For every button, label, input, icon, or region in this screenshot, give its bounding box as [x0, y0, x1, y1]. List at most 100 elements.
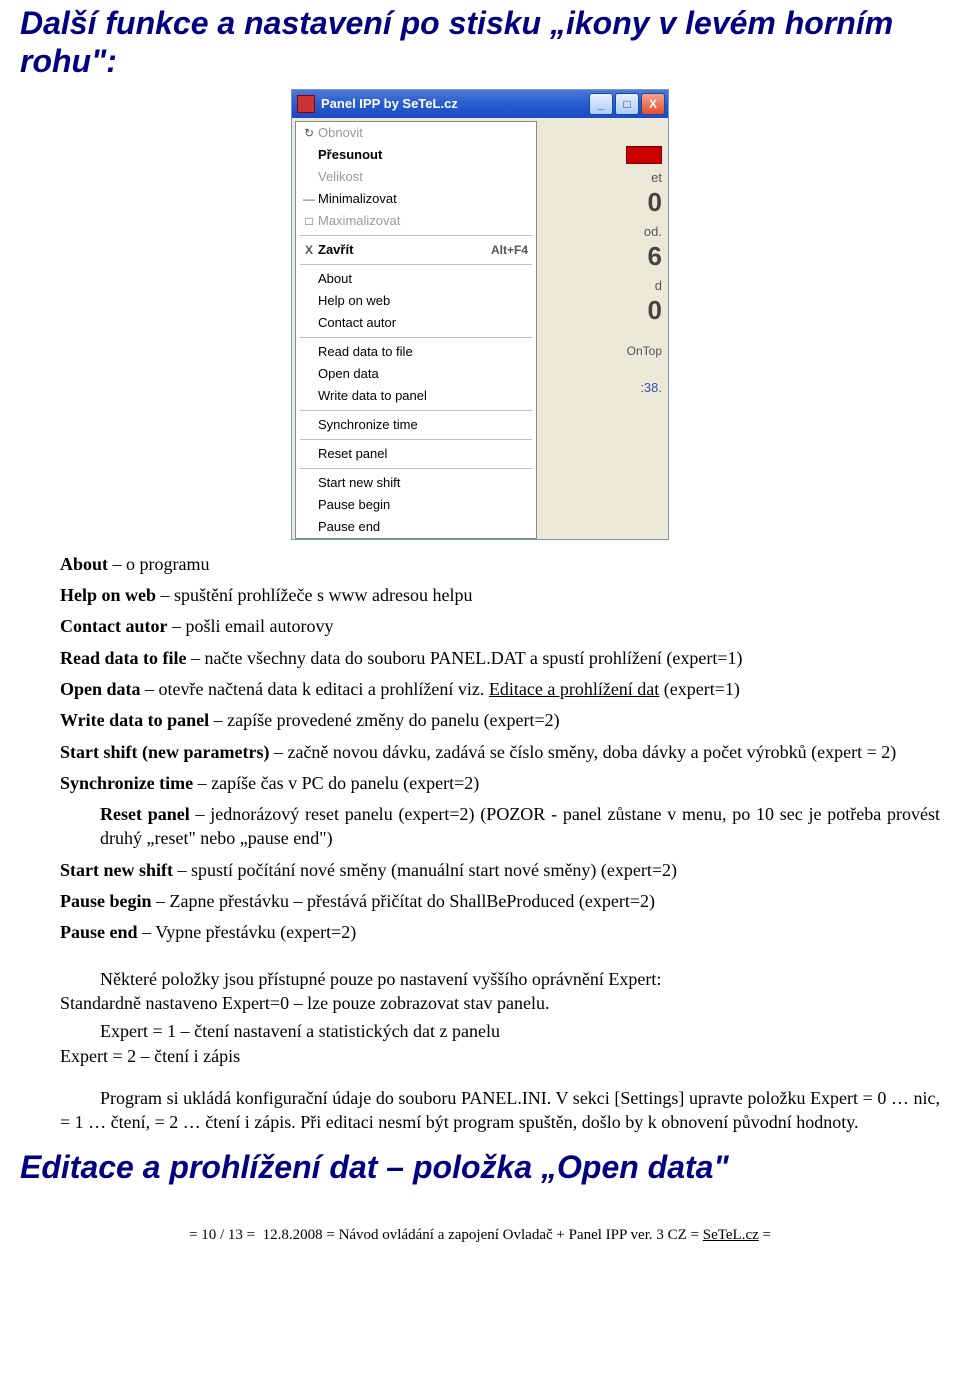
definition-text: – Vypne přestávku (expert=2) [138, 922, 357, 942]
menu-item-label: Open data [318, 366, 379, 381]
definition-text-after: (expert=1) [659, 679, 740, 699]
definition-text: – zapíše provedené změny do panelu (expe… [209, 710, 560, 730]
menu-item-label: Minimalizovat [318, 191, 397, 206]
footer-page-total: 13 [228, 1227, 243, 1243]
bg-label-3: d [543, 278, 662, 293]
system-menu: ↻ObnovitPřesunoutVelikost—Minimalizovat□… [295, 121, 537, 539]
footer-page-current: 10 [201, 1227, 216, 1243]
expert-notes-block: Některé položky jsou přístupné pouze po … [60, 967, 940, 1135]
menu-item-label: Synchronize time [318, 417, 418, 432]
menu-item-label: Velikost [318, 169, 363, 184]
menu-item-label: Obnovit [318, 125, 363, 140]
menu-separator [300, 264, 532, 265]
status-indicator-red [626, 146, 662, 164]
menu-item-help-on-web[interactable]: Help on web [296, 290, 536, 312]
definition-item: Start shift (new parametrs) – začně novo… [60, 740, 940, 764]
bg-label-2: od. [543, 224, 662, 239]
definition-item: Start new shift – spustí počítání nové s… [60, 858, 940, 882]
bg-value-1: 0 [543, 187, 662, 218]
definition-term: Write data to panel [60, 710, 209, 730]
menu-item-maximalizovat: □Maximalizovat [296, 210, 536, 232]
definition-item: Reset panel – jednorázový reset panelu (… [60, 802, 940, 851]
menu-item-pause-begin[interactable]: Pause begin [296, 494, 536, 516]
ontop-label: OnTop [543, 344, 662, 358]
definition-item: Read data to file – načte všechny data d… [60, 646, 940, 670]
expert-line-1a: Některé položky jsou přístupné pouze po … [100, 969, 661, 989]
definition-item: Open data – otevře načtená data k editac… [60, 677, 940, 701]
menu-separator [300, 410, 532, 411]
menu-separator [300, 337, 532, 338]
system-menu-screenshot: Panel IPP by SeTeL.cz _ □ X ↻Obnovit Přes… [20, 89, 940, 540]
minimize-button[interactable]: _ [589, 93, 613, 115]
definition-text: – spuštění prohlížeče s www adresou help… [156, 585, 472, 605]
definition-text: – jednorázový reset panelu (expert=2) (P… [100, 804, 940, 848]
menu-item-label: Zavřít [318, 242, 353, 257]
definition-term: Pause begin [60, 891, 152, 911]
definition-term: Reset panel [100, 804, 190, 824]
footer-doc-title: Návod ovládání a zapojení Ovladač + Pane… [339, 1227, 687, 1243]
definition-item: About – o programu [60, 552, 940, 576]
definition-text: – zapíše čas v PC do panelu (expert=2) [193, 773, 479, 793]
menu-item-icon: □ [300, 214, 318, 228]
menu-item-zav-t[interactable]: XZavřítAlt+F4 [296, 239, 536, 261]
window-panel-ipp: Panel IPP by SeTeL.cz _ □ X ↻Obnovit Přes… [291, 89, 669, 540]
menu-item-minimalizovat[interactable]: —Minimalizovat [296, 188, 536, 210]
menu-item-synchronize-time[interactable]: Synchronize time [296, 414, 536, 436]
definition-text: – spustí počítání nové směny (manuální s… [173, 860, 677, 880]
definition-item: Pause end – Vypne přestávku (expert=2) [60, 920, 940, 944]
page-footer: = 10 / 13 = 12.8.2008 = Návod ovládání a… [20, 1227, 940, 1244]
menu-item-contact-autor[interactable]: Contact autor [296, 312, 536, 334]
definition-term: Start shift (new parametrs) [60, 742, 269, 762]
time-fragment: :38. [543, 380, 662, 395]
menu-item-label: Read data to file [318, 344, 413, 359]
expert-line-1b: Standardně nastaveno Expert=0 – lze pouz… [60, 993, 549, 1013]
menu-item-pause-end[interactable]: Pause end [296, 516, 536, 538]
bg-value-2: 6 [543, 241, 662, 272]
menu-definitions-list: About – o programu Help on web – spuštění… [60, 552, 940, 945]
menu-item-icon: ↻ [300, 126, 318, 140]
definition-link: Editace a prohlížení dat [489, 679, 659, 699]
menu-item-open-data[interactable]: Open data [296, 363, 536, 385]
footer-date: 12.8.2008 [263, 1227, 323, 1243]
maximize-button[interactable]: □ [615, 93, 639, 115]
menu-item-label: Pause begin [318, 497, 390, 512]
window-titlebar: Panel IPP by SeTeL.cz _ □ X [292, 90, 668, 118]
expert-line-2b: Expert = 2 – čtení i zápis [60, 1046, 240, 1066]
definition-item: Contact autor – pošli email autorovy [60, 614, 940, 638]
menu-item-read-data-to-file[interactable]: Read data to file [296, 341, 536, 363]
menu-item-write-data-to-panel[interactable]: Write data to panel [296, 385, 536, 407]
menu-item-label: Help on web [318, 293, 390, 308]
close-button[interactable]: X [641, 93, 665, 115]
bg-label-1: et [543, 170, 662, 185]
definition-text: – otevře načtená data k editaci a prohlí… [141, 679, 489, 699]
definition-item: Help on web – spuštění prohlížeče s www … [60, 583, 940, 607]
menu-item-label: About [318, 271, 352, 286]
window-background-panel: et 0 od. 6 d 0 OnTop :38. [537, 118, 668, 539]
definition-text: – o programu [108, 554, 209, 574]
menu-item-label: Contact autor [318, 315, 396, 330]
menu-item-label: Přesunout [318, 147, 382, 162]
menu-item-label: Maximalizovat [318, 213, 400, 228]
definition-text: – Zapne přestávku – přestává přičítat do… [152, 891, 656, 911]
definition-term: Pause end [60, 922, 138, 942]
bg-value-3: 0 [543, 295, 662, 326]
menu-item-about[interactable]: About [296, 268, 536, 290]
definition-item: Write data to panel – zapíše provedené z… [60, 708, 940, 732]
menu-item-icon: X [300, 243, 318, 257]
window-title: Panel IPP by SeTeL.cz [321, 96, 589, 111]
menu-item-p-esunout[interactable]: Přesunout [296, 144, 536, 166]
expert-line-3: Program si ukládá konfigurační údaje do … [60, 1088, 940, 1132]
menu-item-icon: — [300, 192, 318, 206]
page-heading-2: Editace a prohlížení dat – položka „Open… [20, 1148, 940, 1186]
definition-term: Start new shift [60, 860, 173, 880]
menu-item-start-new-shift[interactable]: Start new shift [296, 472, 536, 494]
footer-link[interactable]: SeTeL.cz [703, 1227, 759, 1243]
menu-item-velikost: Velikost [296, 166, 536, 188]
definition-term: About [60, 554, 108, 574]
menu-item-reset-panel[interactable]: Reset panel [296, 443, 536, 465]
definition-term: Help on web [60, 585, 156, 605]
definition-term: Open data [60, 679, 141, 699]
expert-line-2a: Expert = 1 – čtení nastavení a statistic… [100, 1021, 500, 1041]
definition-text: – načte všechny data do souboru PANEL.DA… [186, 648, 742, 668]
menu-separator [300, 439, 532, 440]
